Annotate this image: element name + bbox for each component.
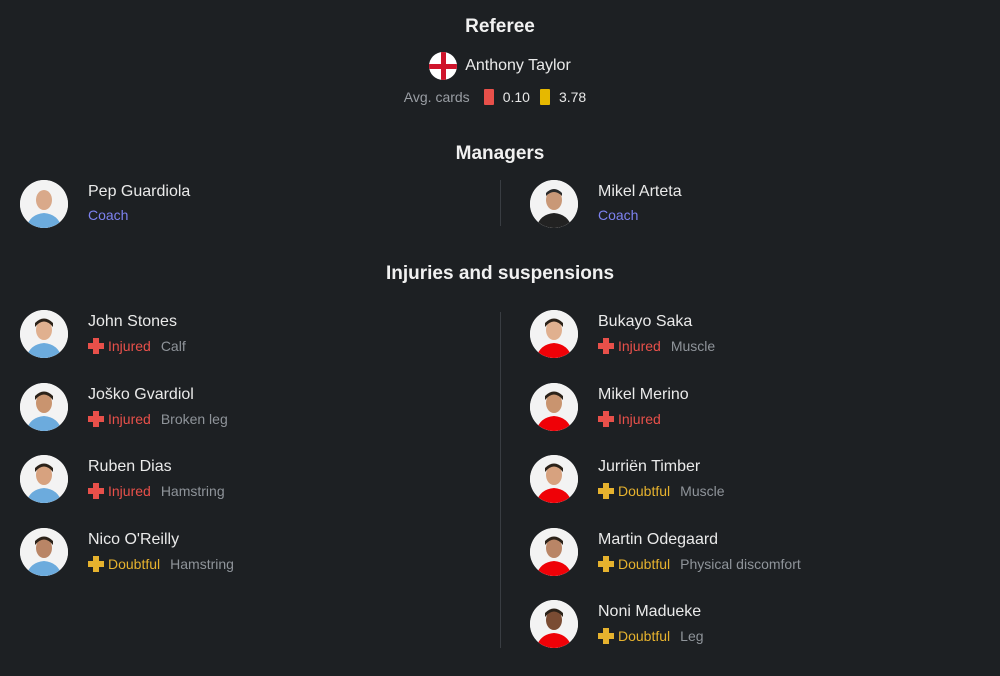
doubtful-status: Doubtful	[598, 483, 670, 499]
player-name[interactable]: John Stones	[88, 313, 177, 331]
manager-home[interactable]: Pep Guardiola Coach	[20, 180, 460, 230]
player-name[interactable]: Noni Madueke	[598, 603, 701, 621]
manager-avatar	[20, 180, 68, 228]
injury-reason: Broken leg	[160, 410, 228, 427]
injured-status: Injured	[598, 338, 661, 354]
manager-role: Coach	[598, 207, 639, 223]
medical-cross-icon	[598, 338, 614, 354]
medical-cross-icon	[598, 410, 614, 427]
injury-status-line: Injured Broken leg	[88, 410, 228, 427]
injured-player-row[interactable]: Ruben Dias Injured Hamstring	[20, 455, 460, 505]
injury-status-line: Injured Calf	[88, 338, 186, 354]
injured-player-row[interactable]: Bukayo Saka Injured Muscle	[530, 310, 970, 360]
injured-player-row[interactable]: Joško Gvardiol Injured Broken leg	[20, 382, 460, 433]
status-label: Doubtful	[618, 555, 671, 572]
injured-player-row[interactable]: Mikel Merino Injured	[530, 382, 970, 433]
medical-cross-icon	[88, 555, 104, 572]
injury-status-line: Doubtful Muscle	[598, 483, 725, 499]
injured-player-row[interactable]: Nico O'Reilly Doubtful Hamstring	[20, 527, 460, 578]
england-flag-icon	[429, 52, 458, 80]
medical-cross-icon	[88, 483, 104, 499]
status-label: Doubtful	[618, 483, 671, 499]
injury-reason: Hamstring	[160, 483, 225, 499]
status-label: Injured	[108, 483, 151, 499]
injured-status: Injured	[598, 410, 661, 427]
column-divider	[500, 312, 501, 648]
injury-reason: Muscle	[670, 338, 716, 354]
injured-status: Injured	[88, 410, 151, 427]
status-label: Injured	[108, 338, 151, 354]
injured-status: Injured	[88, 338, 151, 354]
injury-status-line: Injured	[598, 410, 661, 427]
injury-reason: Hamstring	[170, 555, 234, 572]
player-name[interactable]: Jurriën Timber	[598, 458, 700, 476]
doubtful-status: Doubtful	[598, 555, 671, 572]
injury-status-line: Doubtful Leg	[598, 628, 704, 644]
medical-cross-icon	[598, 555, 614, 572]
status-label: Injured	[618, 338, 661, 354]
red-card-average: 0.10	[502, 89, 530, 105]
injury-reason: Calf	[160, 338, 186, 354]
injured-player-row[interactable]: Martin Odegaard Doubtful Physical discomfo…	[530, 527, 970, 578]
managers-section-title: Managers	[455, 143, 545, 164]
injured-player-row[interactable]: Noni Madueke Doubtful Leg	[530, 600, 970, 650]
player-avatar	[530, 527, 578, 576]
referee-row[interactable]: Anthony Taylor	[0, 52, 1000, 80]
status-label: Injured	[618, 410, 661, 427]
player-name[interactable]: Joško Gvardiol	[88, 386, 194, 404]
player-avatar	[20, 527, 68, 576]
yellow-card-icon	[539, 89, 550, 105]
injury-status-line: Doubtful Hamstring	[88, 555, 234, 572]
status-label: Doubtful	[108, 555, 161, 572]
status-label: Doubtful	[618, 628, 671, 644]
player-name[interactable]: Nico O'Reilly	[88, 531, 179, 549]
doubtful-status: Doubtful	[598, 628, 670, 644]
player-name[interactable]: Bukayo Saka	[598, 313, 692, 331]
player-avatar	[530, 600, 578, 648]
medical-cross-icon	[598, 628, 614, 644]
yellow-card-average: 3.78	[558, 89, 587, 105]
player-avatar	[530, 382, 578, 431]
injured-player-row[interactable]: Jurriën Timber Doubtful Muscle	[530, 455, 970, 505]
injury-status-line: Injured Muscle	[598, 338, 715, 354]
manager-role: Coach	[88, 207, 129, 223]
avg-cards-label: Avg. cards	[403, 89, 470, 105]
manager-name[interactable]: Pep Guardiola	[88, 183, 190, 201]
manager-avatar	[530, 180, 578, 228]
red-card-icon	[483, 89, 494, 105]
player-name[interactable]: Mikel Merino	[598, 386, 689, 404]
referee-avg-cards: Avg. cards 0.10 3.78	[0, 89, 1000, 105]
status-label: Injured	[108, 410, 151, 427]
player-avatar	[530, 455, 578, 503]
medical-cross-icon	[88, 410, 104, 427]
manager-away[interactable]: Mikel Arteta Coach	[530, 180, 970, 230]
injury-status-line: Injured Hamstring	[88, 483, 225, 499]
player-avatar	[20, 382, 68, 431]
player-avatar	[20, 455, 68, 503]
player-avatar	[20, 310, 68, 358]
injuries-section-title: Injuries and suspensions	[385, 263, 615, 284]
player-name[interactable]: Ruben Dias	[88, 458, 172, 476]
injured-player-row[interactable]: John Stones Injured Calf	[20, 310, 460, 360]
injured-status: Injured	[88, 483, 151, 499]
player-name[interactable]: Martin Odegaard	[598, 531, 718, 549]
medical-cross-icon	[88, 338, 104, 354]
injury-reason: Physical discomfort	[680, 555, 801, 572]
medical-cross-icon	[598, 483, 614, 499]
column-divider	[500, 180, 501, 226]
injury-status-line: Doubtful Physical discomfort	[598, 555, 801, 572]
referee-section-title: Referee	[465, 16, 535, 37]
referee-name[interactable]: Anthony Taylor	[465, 57, 571, 75]
doubtful-status: Doubtful	[88, 555, 161, 572]
injury-reason: Muscle	[680, 483, 725, 499]
manager-name[interactable]: Mikel Arteta	[598, 183, 682, 201]
injury-reason: Leg	[680, 628, 704, 644]
player-avatar	[530, 310, 578, 358]
